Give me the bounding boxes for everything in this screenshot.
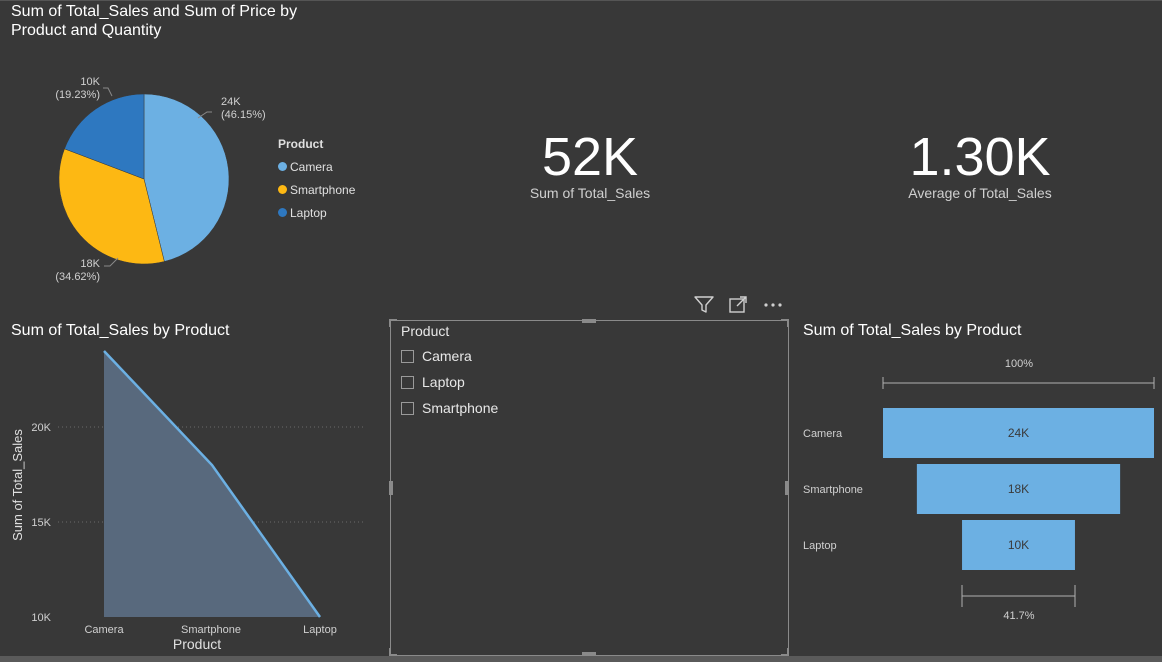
kpi-card-average-total-sales[interactable]: 1.30K Average of Total_Sales [830, 125, 1130, 215]
funnel-value-label: 10K [1008, 538, 1029, 552]
product-slicer[interactable]: Product Camera Laptop Smartphone [389, 319, 789, 656]
funnel-value-label: 24K [1008, 426, 1029, 440]
visual-header-icons [693, 295, 788, 315]
x-tick-label: Laptop [303, 624, 337, 636]
resize-handle-right-center[interactable] [785, 481, 789, 495]
kpi-value: 1.30K [909, 127, 1051, 187]
funnel-chart-visual[interactable]: Sum of Total_Sales by Product 100% Camer… [796, 315, 1162, 655]
checkbox[interactable] [401, 349, 414, 363]
kpi-label: Average of Total_Sales [908, 185, 1052, 201]
legend-label-smartphone: Smartphone [290, 182, 356, 197]
resize-handle-top-right-v[interactable] [787, 319, 789, 327]
funnel-category-label: Smartphone [803, 484, 863, 496]
laptop-value-label: 10K [80, 76, 100, 88]
slicer-item-label: Smartphone [422, 400, 499, 416]
area-fill [104, 351, 320, 617]
pie-legend-title: Product [278, 137, 324, 151]
resize-handle-bottom-left-v[interactable] [389, 648, 391, 656]
legend-label-camera: Camera [290, 159, 333, 174]
legend-item-laptop[interactable]: Laptop [278, 201, 355, 224]
legend-label-laptop: Laptop [290, 205, 327, 220]
kpi-card-sum-total-sales[interactable]: 52K Sum of Total_Sales [440, 125, 740, 215]
checkbox[interactable] [401, 401, 414, 415]
x-tick-label: Smartphone [181, 624, 241, 636]
filter-icon[interactable] [693, 295, 715, 315]
legend-item-camera[interactable]: Camera [278, 155, 355, 178]
slicer-item-camera[interactable]: Camera [401, 343, 498, 369]
resize-handle-top-center[interactable] [582, 319, 596, 323]
slicer-header: Product [401, 323, 450, 339]
slicer-item-label: Laptop [422, 374, 465, 390]
y-axis-title: Sum of Total_Sales [10, 429, 25, 541]
camera-pct-label: (46.15%) [221, 109, 266, 121]
resize-handle-top-left-v[interactable] [389, 319, 391, 327]
area-chart-svg: 10K 15K 20K Camera Smartphone Laptop Product… [10, 350, 365, 652]
resize-handle-left-center[interactable] [389, 481, 393, 495]
funnel-bottom-bracket [961, 585, 1076, 607]
kpi-value: 52K [541, 127, 639, 187]
legend-dot-smartphone [278, 185, 287, 194]
smartphone-pct-label: (34.62%) [55, 271, 100, 283]
slicer-list: Camera Laptop Smartphone [401, 343, 498, 421]
funnel-category-label: Camera [803, 428, 843, 440]
resize-handle-bottom-right-v[interactable] [787, 648, 789, 656]
slicer-item-laptop[interactable]: Laptop [401, 369, 498, 395]
y-tick-label: 15K [31, 517, 51, 529]
funnel-chart-svg: 100% Camera 24K Smartphone 18K Laptop 10K 41.… [803, 358, 1155, 622]
legend-item-smartphone[interactable]: Smartphone [278, 178, 355, 201]
funnel-bottom-percent: 41.7% [1003, 610, 1034, 622]
kpi-label: Sum of Total_Sales [529, 185, 651, 201]
x-tick-label: Camera [84, 624, 124, 636]
checkbox[interactable] [401, 375, 414, 389]
funnel-category-label: Laptop [803, 540, 837, 552]
funnel-top-percent: 100% [1005, 358, 1033, 370]
more-options-icon[interactable] [763, 295, 785, 315]
slicer-item-smartphone[interactable]: Smartphone [401, 395, 498, 421]
laptop-pct-label: (19.23%) [55, 89, 100, 101]
legend-dot-laptop [278, 208, 287, 217]
area-chart-visual[interactable]: Sum of Total_Sales by Product 10K 15K 20K … [0, 315, 380, 655]
y-tick-label: 10K [31, 612, 51, 624]
smartphone-value-label: 18K [80, 258, 100, 270]
slicer-item-label: Camera [422, 348, 472, 364]
camera-value-label: 24K [221, 96, 241, 108]
funnel-value-label: 18K [1008, 482, 1029, 496]
bottom-scroll-strip [0, 656, 1162, 662]
legend-dot-camera [278, 162, 287, 171]
pie-legend: Product Camera Smartphone Laptop [278, 137, 355, 224]
x-axis-title: Product [173, 636, 221, 652]
laptop-leader-line [103, 87, 113, 97]
pie-chart-visual[interactable]: Sum of Total_Sales and Sum of Price by P… [0, 0, 380, 300]
focus-mode-icon[interactable] [728, 295, 750, 315]
funnel-top-bracket [882, 377, 1155, 389]
y-tick-label: 20K [31, 422, 51, 434]
